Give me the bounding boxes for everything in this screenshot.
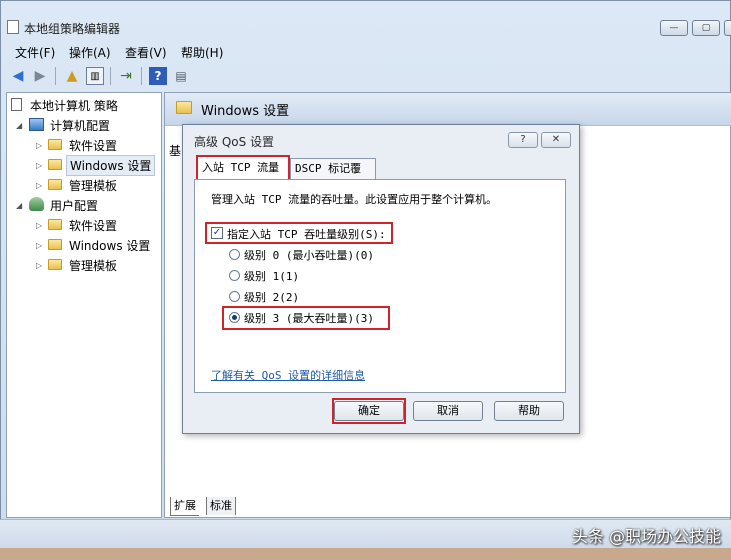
tab-dscp-override[interactable]: DSCP 标记覆盖: [290, 158, 376, 195]
level-1-radio[interactable]: [229, 270, 240, 281]
checkbox-label[interactable]: 指定入站 TCP 吞吐量级别(S):: [227, 226, 386, 242]
cancel-button[interactable]: 取消: [413, 401, 483, 421]
level-0-radio[interactable]: [229, 249, 240, 260]
tree-cc-windows[interactable]: Windows 设置: [66, 155, 156, 176]
export-icon[interactable]: ⇥: [117, 67, 135, 85]
tree-root[interactable]: 本地计算机 策略: [30, 97, 118, 114]
show-hide-tree-icon[interactable]: ▥: [86, 67, 104, 85]
folder-icon: [48, 159, 62, 170]
folder-icon: [48, 219, 62, 230]
tab-panel: [194, 179, 566, 393]
folder-icon: [48, 139, 62, 150]
ok-button[interactable]: 确定: [334, 401, 404, 421]
properties-icon[interactable]: ▤: [172, 67, 190, 85]
folder-icon: [48, 259, 62, 270]
back-icon[interactable]: ◀: [9, 67, 27, 85]
watermark-text: 头条 @职场办公技能: [571, 527, 721, 546]
dialog-help-button[interactable]: ?: [508, 132, 538, 148]
app-icon: [7, 20, 19, 34]
qos-info-link[interactable]: 了解有关 QoS 设置的详细信息: [211, 367, 365, 383]
menu-help[interactable]: 帮助(H): [181, 44, 223, 61]
tree-cc-templates[interactable]: 管理模板: [69, 177, 117, 194]
help-button[interactable]: 帮助: [494, 401, 564, 421]
level-2-radio[interactable]: [229, 291, 240, 302]
menu-view[interactable]: 查看(V): [125, 44, 167, 61]
level-3-label[interactable]: 级别 3 (最大吞吐量)(3): [244, 310, 374, 326]
dialog-description: 管理入站 TCP 流量的吞吐量。此设置应用于整个计算机。: [211, 193, 498, 206]
toolbar-separator: [141, 67, 142, 85]
maximize-button[interactable]: ▢: [692, 20, 720, 36]
collapsed-arrow-icon[interactable]: ▷: [36, 221, 42, 230]
throughput-checkbox[interactable]: ✓: [211, 227, 223, 239]
tree-cc-software[interactable]: 软件设置: [69, 137, 117, 154]
details-title: Windows 设置: [201, 104, 290, 119]
tab-standard[interactable]: 标准: [206, 497, 236, 515]
level-2-label[interactable]: 级别 2(2): [244, 289, 299, 305]
toolbar-separator: [55, 67, 56, 85]
highlight-tab-box: [196, 155, 290, 181]
menu-action[interactable]: 操作(A): [69, 44, 111, 61]
menu-file[interactable]: 文件(F): [15, 44, 55, 61]
collapsed-arrow-icon[interactable]: ▷: [36, 141, 42, 150]
up-folder-icon[interactable]: ▲: [63, 67, 81, 85]
computer-icon: [29, 118, 44, 131]
level-1-label[interactable]: 级别 1(1): [244, 268, 299, 284]
collapsed-arrow-icon[interactable]: ▷: [36, 161, 42, 170]
dialog-close-button[interactable]: ✕: [541, 132, 571, 148]
toolbar-separator: [110, 67, 111, 85]
minimize-button[interactable]: —: [660, 20, 688, 36]
collapsed-arrow-icon[interactable]: ▷: [36, 181, 42, 190]
expand-arrow-icon[interactable]: ◢: [16, 121, 22, 130]
users-icon: [29, 197, 44, 211]
help-icon[interactable]: ?: [149, 67, 167, 85]
collapsed-arrow-icon[interactable]: ▷: [36, 261, 42, 270]
policy-icon: [11, 98, 22, 111]
level-3-radio[interactable]: [229, 312, 240, 323]
dialog-title: 高级 QoS 设置: [194, 135, 275, 149]
folder-icon: [48, 239, 62, 250]
folder-icon: [48, 179, 62, 190]
collapsed-arrow-icon[interactable]: ▷: [36, 241, 42, 250]
expand-arrow-icon[interactable]: ◢: [16, 201, 22, 210]
tab-extended[interactable]: 扩展: [170, 497, 199, 516]
close-button[interactable]: [724, 20, 731, 36]
forward-icon[interactable]: ▶: [31, 67, 49, 85]
tree-computer-config[interactable]: 计算机配置: [50, 117, 110, 134]
level-0-label[interactable]: 级别 0 (最小吞吐量)(0): [244, 247, 374, 263]
tree-user-config[interactable]: 用户配置: [50, 197, 98, 214]
tree-uc-software[interactable]: 软件设置: [69, 217, 117, 234]
window-title: 本地组策略编辑器: [24, 22, 121, 36]
tree-uc-templates[interactable]: 管理模板: [69, 257, 117, 274]
tree-uc-windows[interactable]: Windows 设置: [69, 237, 150, 254]
details-partial-label: 基: [169, 144, 182, 158]
folder-icon: [176, 101, 192, 114]
